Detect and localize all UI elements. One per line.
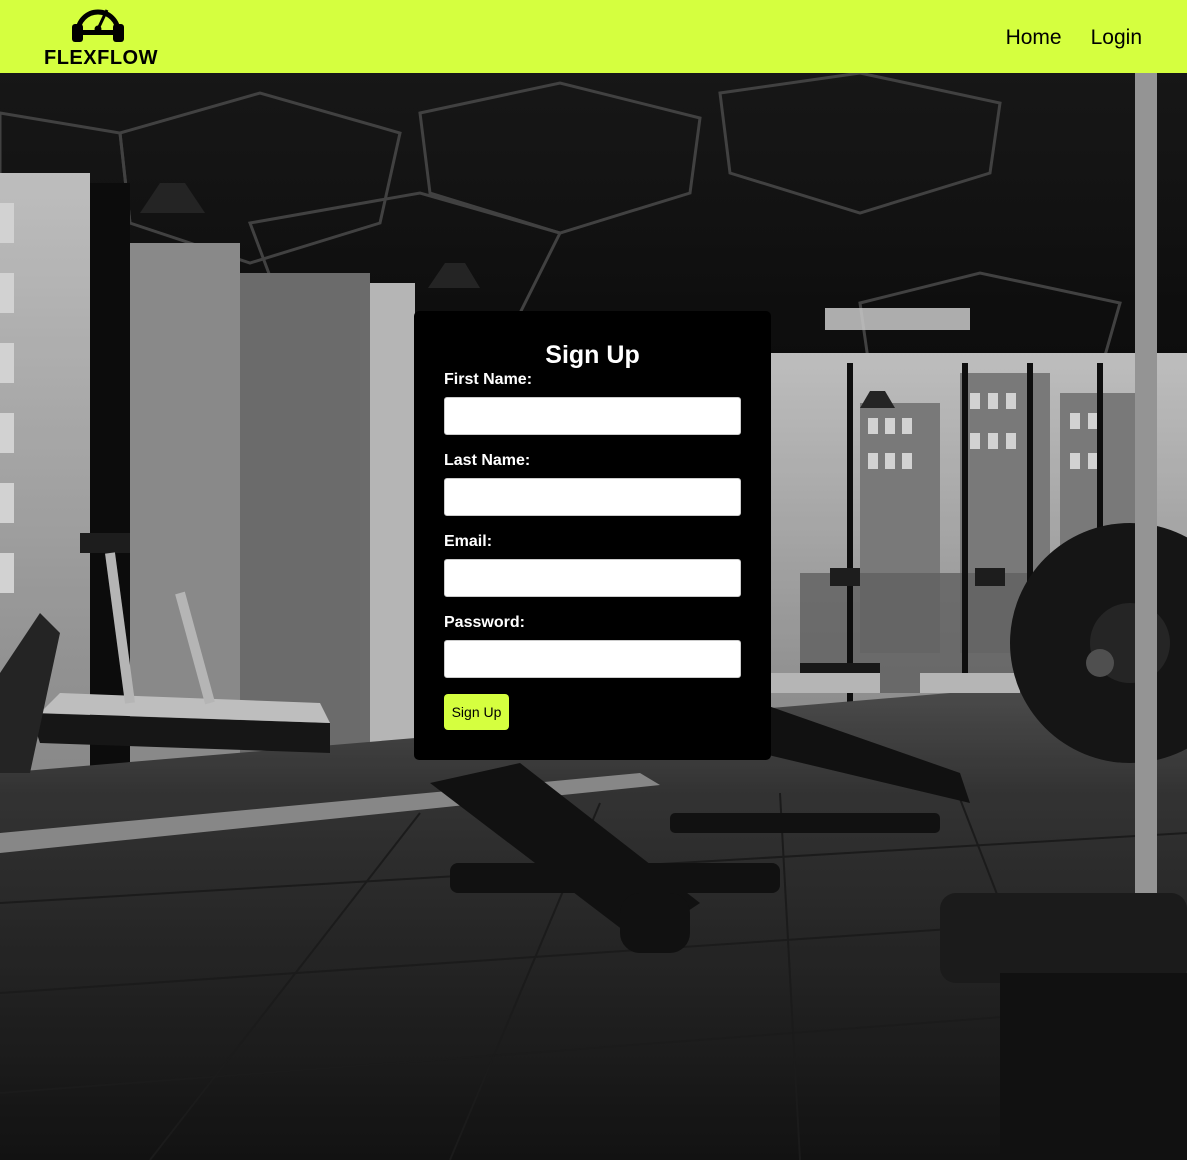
email-label: Email: bbox=[444, 533, 493, 550]
nav-login-link[interactable]: Login bbox=[1091, 26, 1142, 50]
password-label: Password: bbox=[444, 614, 525, 631]
main-nav: Home Login bbox=[1006, 26, 1142, 50]
signup-card: Sign Up First Name: Last Name: Email: Pa… bbox=[414, 311, 771, 760]
signup-title: Sign Up bbox=[545, 341, 640, 369]
first-name-label: First Name: bbox=[444, 371, 533, 388]
brand-logo[interactable]: FLEXFLOW bbox=[44, 2, 158, 70]
last-name-input[interactable] bbox=[444, 478, 741, 516]
nav-home-link[interactable]: Home bbox=[1006, 26, 1062, 50]
last-name-label: Last Name: bbox=[444, 452, 531, 469]
first-name-input[interactable] bbox=[444, 397, 741, 435]
email-input[interactable] bbox=[444, 559, 741, 597]
signup-submit-button[interactable]: Sign Up bbox=[444, 694, 509, 730]
brand-name: FLEXFLOW bbox=[44, 47, 158, 69]
password-input[interactable] bbox=[444, 640, 741, 678]
navbar: FLEXFLOW Home Login bbox=[0, 0, 1187, 73]
headphones-gauge-icon bbox=[72, 9, 124, 42]
